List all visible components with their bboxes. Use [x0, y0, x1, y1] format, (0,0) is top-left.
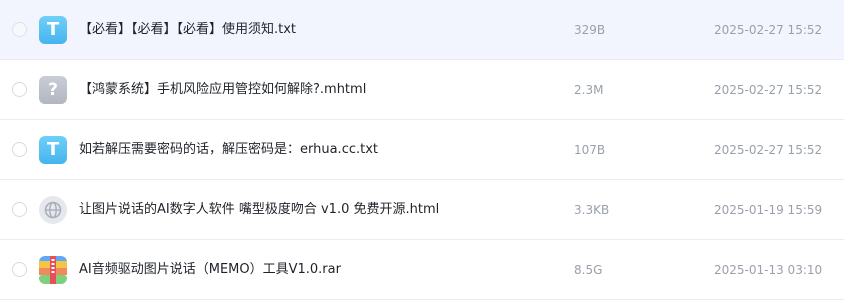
file-size: 107B	[574, 142, 606, 157]
file-size: 2.3M	[574, 82, 604, 97]
file-name[interactable]: 【必看】【必看】【必看】使用须知.txt	[79, 21, 296, 39]
file-name[interactable]: AI音频驱动图片说话（MEMO）工具V1.0.rar	[79, 261, 341, 279]
row-checkbox[interactable]	[12, 81, 27, 97]
file-name[interactable]: 让图片说话的AI数字人软件 嘴型极度吻合 v1.0 免费开源.html	[79, 201, 439, 219]
file-row[interactable]: T 【必看】【必看】【必看】使用须知.txt 329B 2025-02-27 1…	[0, 0, 844, 60]
txt-file-icon: T	[39, 15, 67, 44]
file-list: T 【必看】【必看】【必看】使用须知.txt 329B 2025-02-27 1…	[0, 0, 844, 300]
file-date: 2025-01-13 03:10	[714, 262, 823, 277]
row-checkbox[interactable]	[12, 201, 27, 217]
file-date: 2025-02-27 15:52	[714, 142, 823, 157]
file-row[interactable]: AI音频驱动图片说话（MEMO）工具V1.0.rar 8.5G 2025-01-…	[0, 240, 844, 300]
file-date: 2025-01-19 15:59	[714, 202, 823, 217]
txt-file-icon: T	[39, 135, 67, 164]
html-file-icon	[39, 195, 67, 224]
file-name[interactable]: 【鸿蒙系统】手机风险应用管控如何解除?.mhtml	[79, 81, 366, 99]
unknown-file-icon: ?	[39, 75, 67, 104]
file-size: 8.5G	[574, 262, 603, 277]
file-row[interactable]: T 如若解压需要密码的话，解压密码是：erhua.cc.txt 107B 202…	[0, 120, 844, 180]
file-date: 2025-02-27 15:52	[714, 82, 823, 97]
file-size: 329B	[574, 22, 606, 37]
file-size: 3.3KB	[574, 202, 610, 217]
rar-archive-icon	[39, 255, 67, 284]
file-date: 2025-02-27 15:52	[714, 22, 823, 37]
file-name[interactable]: 如若解压需要密码的话，解压密码是：erhua.cc.txt	[79, 141, 378, 159]
row-checkbox[interactable]	[12, 21, 27, 37]
file-row[interactable]: ? 【鸿蒙系统】手机风险应用管控如何解除?.mhtml 2.3M 2025-02…	[0, 60, 844, 120]
file-row[interactable]: 让图片说话的AI数字人软件 嘴型极度吻合 v1.0 免费开源.html 3.3K…	[0, 180, 844, 240]
row-checkbox[interactable]	[12, 141, 27, 157]
row-checkbox[interactable]	[12, 261, 27, 277]
